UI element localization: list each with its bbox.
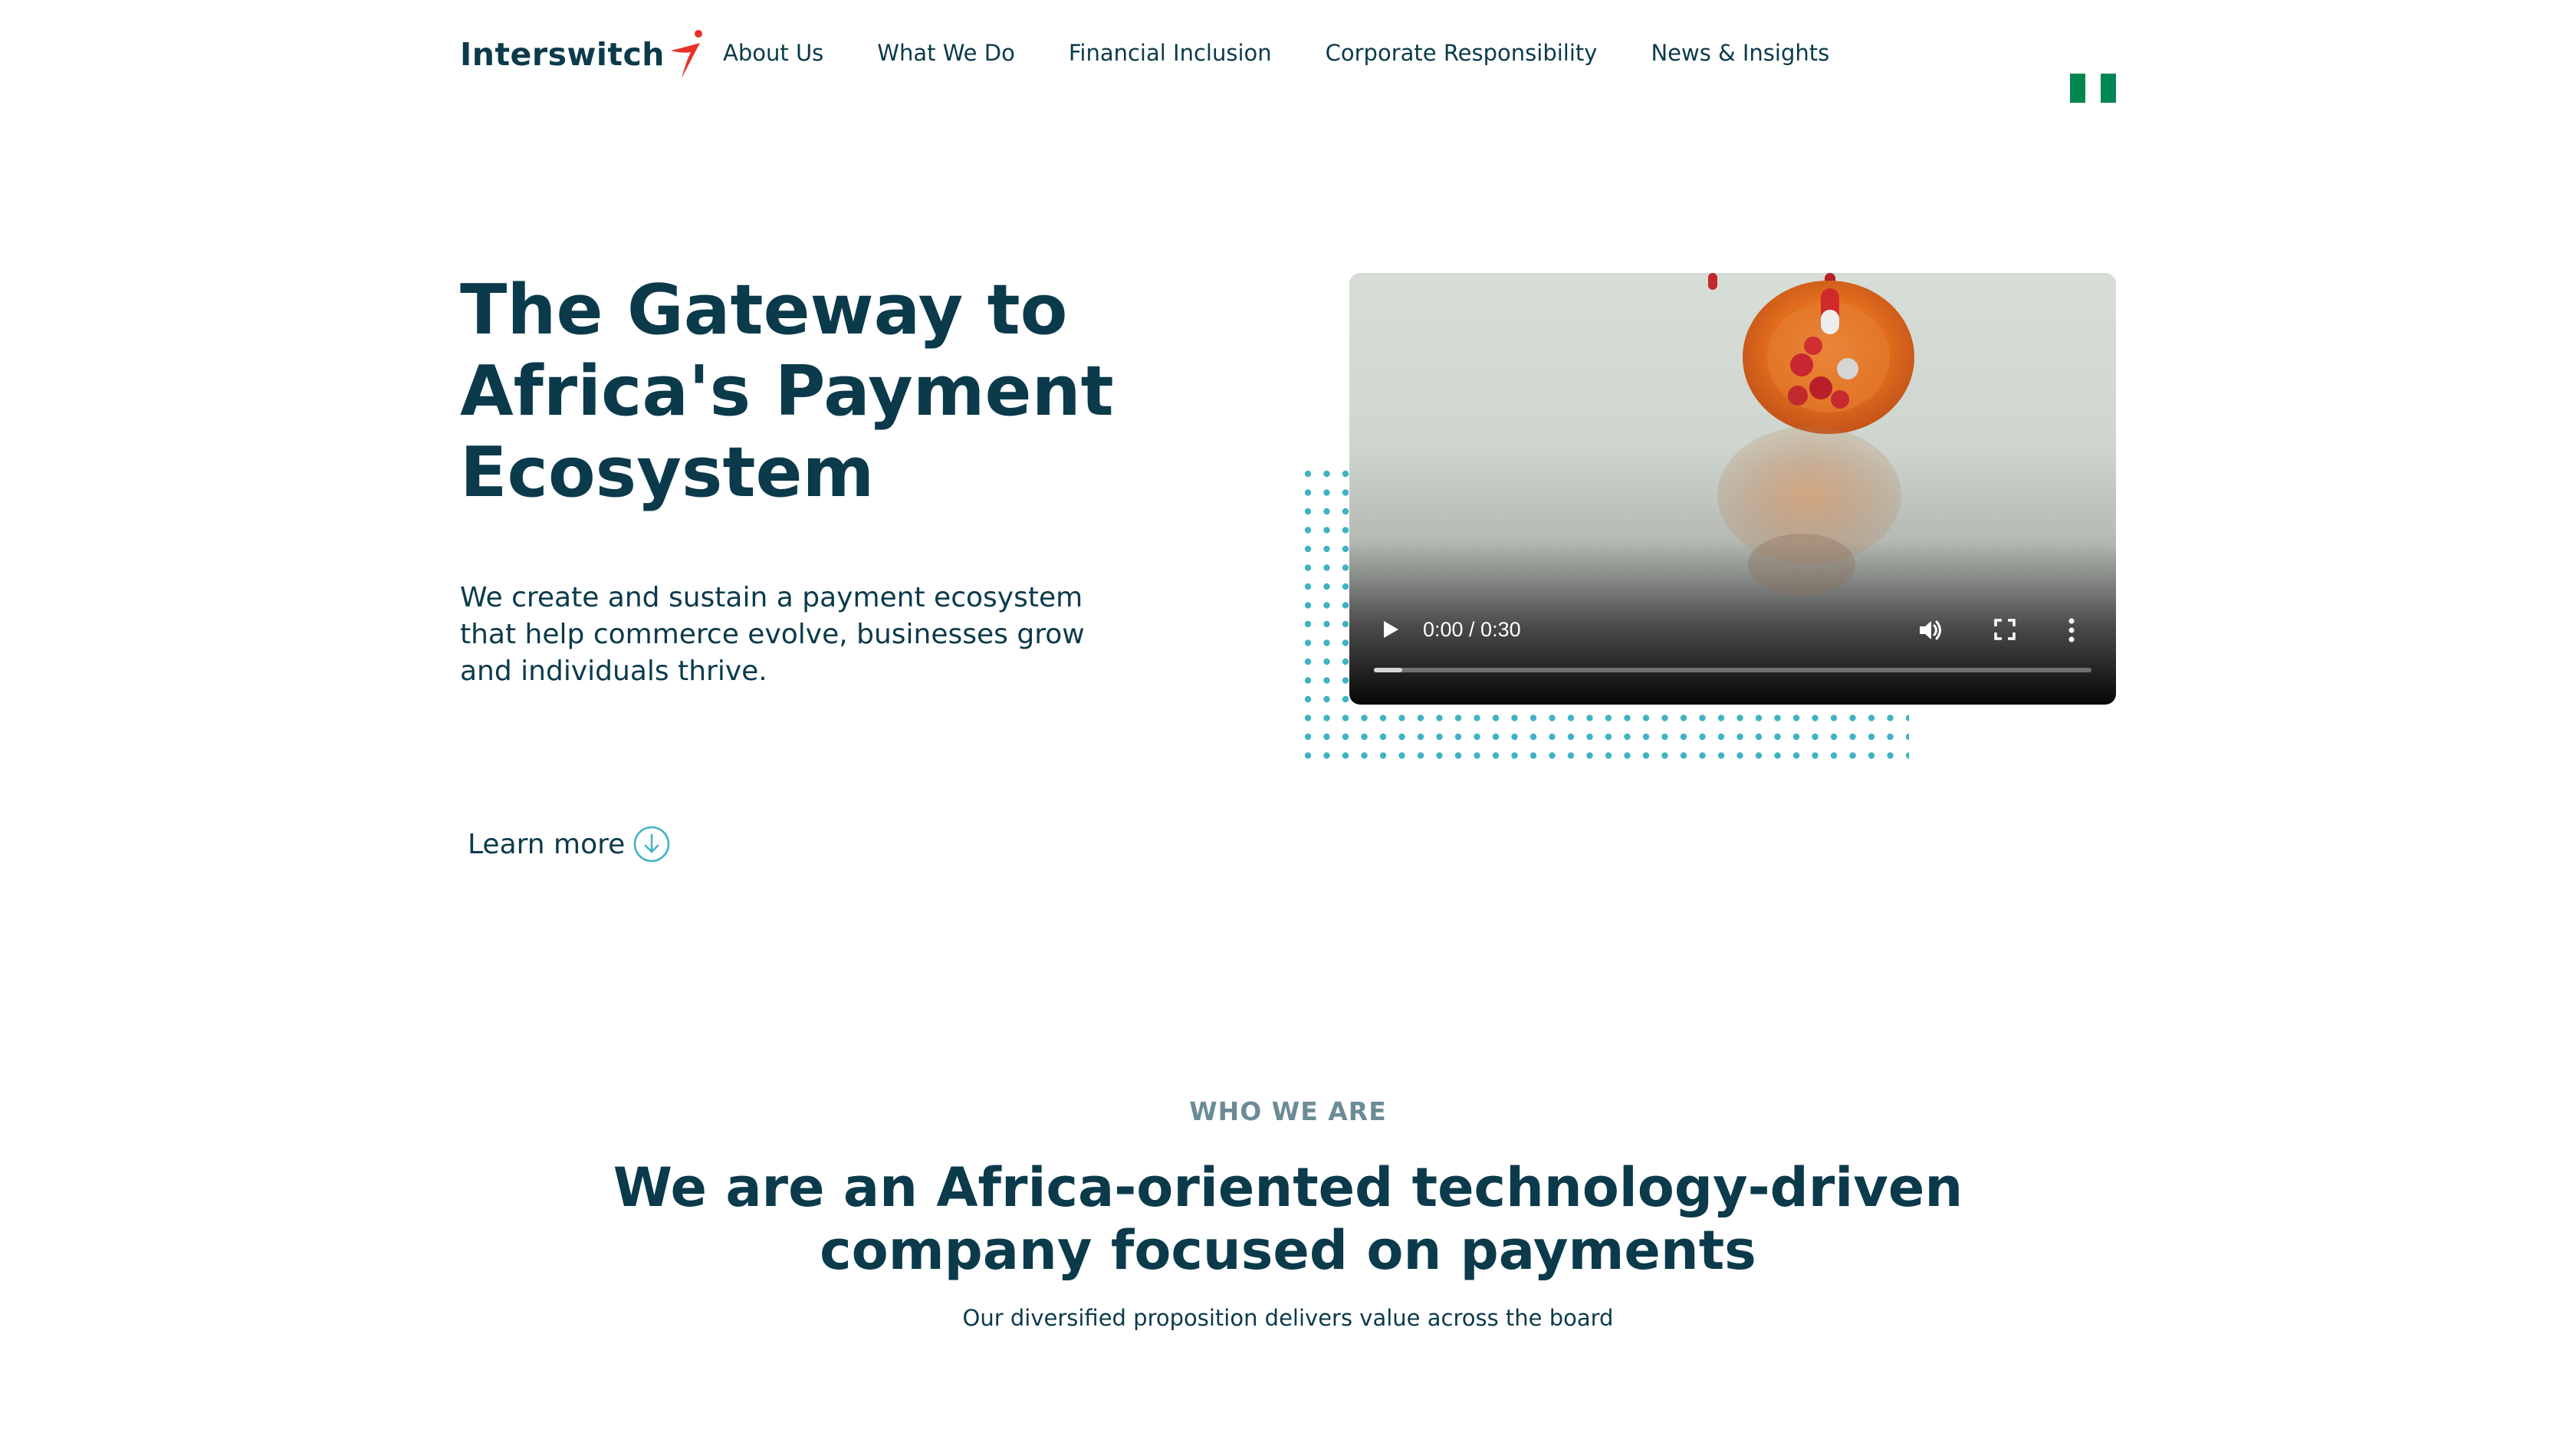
volume-icon[interactable] bbox=[1917, 616, 1944, 644]
learn-more-label: Learn more bbox=[468, 828, 626, 860]
nav-financial-inclusion[interactable]: Financial Inclusion bbox=[1069, 40, 1272, 66]
main-nav: About Us What We Do Financial Inclusion … bbox=[723, 40, 1883, 66]
nav-corporate-responsibility[interactable]: Corporate Responsibility bbox=[1326, 40, 1598, 66]
video-progress-fill bbox=[1374, 668, 1403, 672]
hero-title-line: Ecosystem bbox=[460, 432, 875, 513]
section-title: We are an Africa-oriented technology-dri… bbox=[0, 1156, 2576, 1282]
hero-title: The Gateway to Africa's Payment Ecosyste… bbox=[460, 270, 1150, 514]
video-progress-bar[interactable] bbox=[1374, 668, 2091, 672]
section-title-line: company focused on payments bbox=[820, 1219, 1756, 1282]
learn-more-link[interactable]: Learn more bbox=[468, 825, 671, 863]
section-subtitle: Our diversified proposition delivers val… bbox=[962, 1305, 1614, 1331]
logo-wordmark: Interswitch bbox=[460, 36, 665, 73]
hero-title-line: The Gateway to bbox=[460, 270, 1068, 350]
more-options-icon[interactable] bbox=[2064, 616, 2079, 644]
fullscreen-icon[interactable] bbox=[1992, 616, 2018, 642]
nigeria-flag-icon[interactable] bbox=[2070, 74, 2116, 103]
video-time-display: 0:00 / 0:30 bbox=[1423, 618, 1521, 641]
nav-about-us[interactable]: About Us bbox=[723, 40, 823, 66]
arrow-down-circle-icon bbox=[634, 826, 670, 863]
nav-news-insights[interactable]: News & Insights bbox=[1651, 40, 1829, 66]
section-title-line: We are an Africa-oriented technology-dri… bbox=[613, 1156, 1963, 1219]
play-icon[interactable] bbox=[1378, 618, 1401, 641]
nav-what-we-do[interactable]: What We Do bbox=[877, 40, 1015, 66]
section-eyebrow: WHO WE ARE bbox=[1189, 1096, 1387, 1126]
interswitch-logo[interactable]: Interswitch bbox=[460, 28, 712, 81]
logo-swoosh-icon bbox=[671, 30, 702, 78]
hero-description: We create and sustain a payment ecosyste… bbox=[460, 582, 1085, 687]
hero-video-player[interactable]: 0:00 / 0:30 bbox=[1349, 273, 2116, 705]
hero-title-line: Africa's Payment bbox=[460, 351, 1114, 432]
